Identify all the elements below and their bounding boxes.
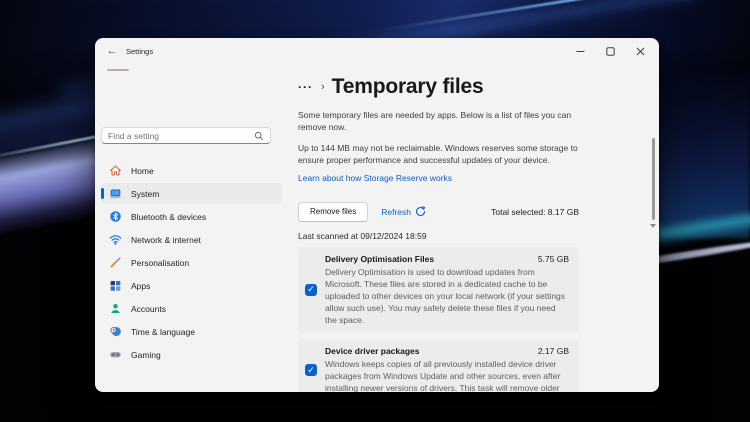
nav-peek-divider [107, 69, 129, 71]
file-checkbox[interactable]: ✓ [305, 284, 317, 296]
minimize-icon [576, 47, 585, 56]
toolbar: Remove files Refresh Total selected: 8.1… [298, 202, 579, 222]
desktop: ← Settings [0, 0, 750, 422]
apps-icon [108, 279, 122, 293]
main-content: ··· › Temporary files Some temporary fil… [288, 64, 659, 392]
sidebar-item-label: Home [131, 166, 154, 176]
checkmark-icon: ✓ [307, 366, 315, 375]
file-description: Windows keeps copies of all previously i… [325, 358, 569, 392]
file-row-delivery-optimisation: ✓ Delivery Optimisation Files 5.75 GB De… [298, 247, 579, 333]
sidebar-item-label: Time & language [131, 327, 195, 337]
file-name: Delivery Optimisation Files [325, 254, 434, 264]
sidebar-item-label: Bluetooth & devices [131, 212, 206, 222]
accounts-icon [108, 302, 122, 316]
checkmark-icon: ✓ [307, 285, 315, 294]
file-size: 5.75 GB [538, 254, 569, 264]
intro-paragraph-2: Up to 144 MB may not be reclaimable. Win… [298, 142, 579, 167]
file-description: Delivery Optimisation is used to downloa… [325, 266, 569, 326]
sidebar-item-label: Network & internet [131, 235, 201, 245]
close-icon [636, 47, 645, 56]
gaming-icon [108, 348, 122, 362]
file-size: 2.17 GB [538, 346, 569, 356]
network-icon [108, 233, 122, 247]
sidebar-item-home[interactable]: Home [101, 160, 282, 181]
close-button[interactable] [625, 38, 655, 64]
last-scanned: Last scanned at 09/12/2024 18:59 [298, 231, 579, 241]
window-title: Settings [126, 47, 153, 56]
minimize-button[interactable] [565, 38, 595, 64]
titlebar: ← Settings [95, 38, 659, 64]
file-checkbox[interactable]: ✓ [305, 364, 317, 376]
maximize-button[interactable] [595, 38, 625, 64]
sidebar-item-gaming[interactable]: Gaming [101, 344, 282, 365]
remove-files-button[interactable]: Remove files [298, 202, 368, 222]
sidebar-item-label: Gaming [131, 350, 161, 360]
breadcrumb: ··· › Temporary files [298, 75, 579, 99]
system-icon [108, 187, 122, 201]
settings-window: ← Settings [95, 38, 659, 392]
refresh-icon [415, 206, 426, 217]
file-row-device-driver-packages: ✓ Device driver packages 2.17 GB Windows… [298, 339, 579, 392]
wallpaper-streak [382, 0, 718, 32]
total-selected: Total selected: 8.17 GB [491, 207, 579, 217]
search-input[interactable] [108, 131, 254, 141]
personalisation-icon [108, 256, 122, 270]
sidebar-item-label: Apps [131, 281, 150, 291]
intro-paragraph-1: Some temporary files are needed by apps.… [298, 109, 579, 134]
search-box[interactable] [101, 127, 271, 144]
sidebar-item-label: Personalisation [131, 258, 189, 268]
sidebar-item-system[interactable]: System [101, 183, 282, 204]
breadcrumb-overflow-icon[interactable]: ··· [298, 82, 313, 92]
scrollbar[interactable] [652, 138, 655, 220]
maximize-icon [606, 47, 615, 56]
wallpaper-streak [645, 70, 750, 238]
search-icon [254, 131, 264, 141]
back-icon[interactable]: ← [104, 43, 120, 59]
chevron-right-icon: › [321, 81, 325, 93]
sidebar-item-apps[interactable]: Apps [101, 275, 282, 296]
sidebar-item-time-language[interactable]: Time & language [101, 321, 282, 342]
sidebar-item-bluetooth-devices[interactable]: Bluetooth & devices [101, 206, 282, 227]
page-title: Temporary files [332, 75, 484, 99]
refresh-button[interactable]: Refresh [381, 206, 426, 217]
sidebar: Home System Bluetooth & devices [95, 64, 288, 392]
sidebar-item-personalisation[interactable]: Personalisation [101, 252, 282, 273]
bluetooth-icon [108, 210, 122, 224]
home-icon [108, 164, 122, 178]
scrollbar-down-arrow-icon[interactable] [650, 224, 656, 228]
time-language-icon [108, 325, 122, 339]
sidebar-item-label: Accounts [131, 304, 166, 314]
file-name: Device driver packages [325, 346, 420, 356]
refresh-label: Refresh [381, 207, 411, 217]
storage-reserve-link[interactable]: Learn about how Storage Reserve works [298, 173, 452, 183]
sidebar-item-accounts[interactable]: Accounts [101, 298, 282, 319]
sidebar-item-label: System [131, 189, 159, 199]
sidebar-item-network-internet[interactable]: Network & internet [101, 229, 282, 250]
sidebar-nav: Home System Bluetooth & devices [95, 160, 288, 365]
